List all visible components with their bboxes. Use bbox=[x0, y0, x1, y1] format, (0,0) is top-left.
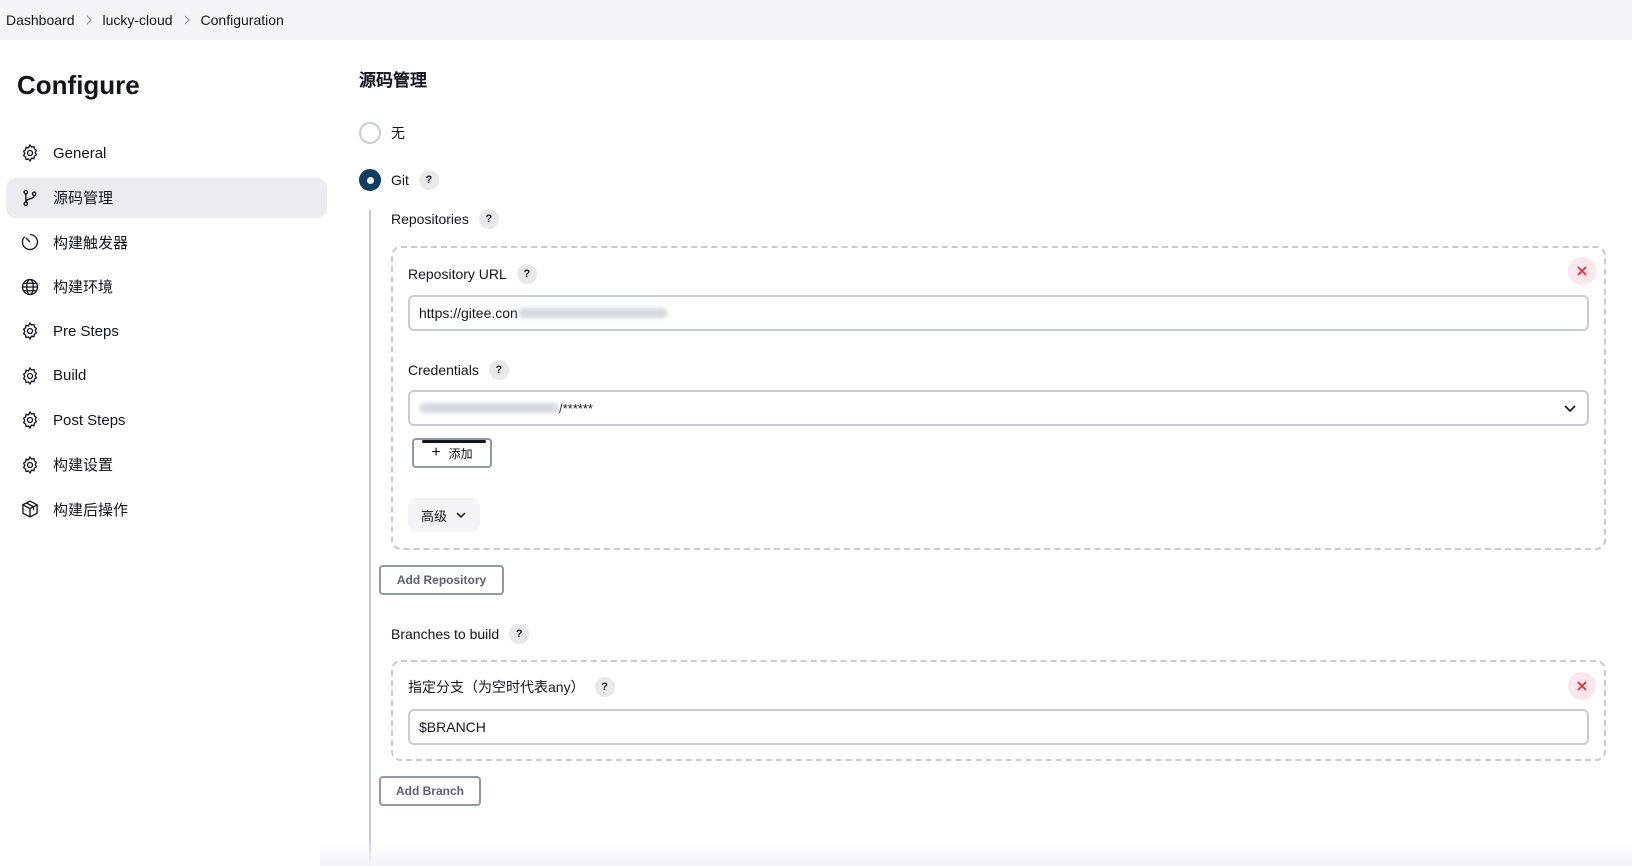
repository-url-label: Repository URL ? bbox=[408, 264, 537, 284]
sidebar-item-label: Post Steps bbox=[53, 411, 126, 429]
gear-icon bbox=[20, 455, 40, 475]
page-title: Configure bbox=[17, 70, 140, 100]
branches-label: Branches to build ? bbox=[391, 624, 530, 644]
chevron-right-icon bbox=[75, 15, 103, 25]
radio-none[interactable] bbox=[359, 122, 381, 144]
repositories-label-text: Repositories bbox=[391, 211, 469, 227]
sidebar-item-label: 构建环境 bbox=[53, 279, 114, 296]
chevron-right-icon bbox=[173, 15, 201, 25]
branch-specifier-label: 指定分支（为空时代表any） ? bbox=[408, 677, 615, 697]
sidebar-item-label: Build bbox=[53, 367, 87, 384]
help-icon[interactable]: ? bbox=[516, 264, 537, 284]
plus-icon: + bbox=[431, 444, 441, 461]
delete-branch-button[interactable] bbox=[1568, 672, 1596, 700]
repository-url-label-text: Repository URL bbox=[408, 266, 507, 282]
breadcrumb-dashboard[interactable]: Dashboard bbox=[6, 12, 75, 28]
gear-icon bbox=[20, 410, 40, 430]
branch-specifier-input[interactable]: $BRANCH bbox=[408, 709, 1589, 745]
credentials-select[interactable]: /****** bbox=[408, 390, 1589, 426]
chevron-down-icon bbox=[456, 512, 466, 519]
repository-url-value: https://gitee.con bbox=[419, 305, 518, 321]
section-title: 源码管理 bbox=[359, 71, 427, 90]
gear-icon bbox=[20, 366, 40, 386]
credentials-label-text: Credentials bbox=[408, 362, 479, 378]
credentials-value: /****** bbox=[559, 400, 593, 416]
breadcrumb-configuration[interactable]: Configuration bbox=[201, 12, 284, 28]
breadcrumb-lucky-cloud[interactable]: lucky-cloud bbox=[103, 12, 173, 28]
redacted-text bbox=[517, 308, 668, 318]
radio-git[interactable] bbox=[359, 169, 381, 191]
advanced-button[interactable]: 高级 bbox=[408, 498, 480, 532]
globe-icon bbox=[20, 277, 40, 297]
help-icon[interactable]: ? bbox=[509, 624, 530, 644]
credentials-label: Credentials ? bbox=[408, 360, 509, 380]
add-credentials-button[interactable]: + 添加 bbox=[412, 438, 492, 468]
delete-repository-button[interactable] bbox=[1568, 257, 1596, 285]
branches-label-text: Branches to build bbox=[391, 626, 500, 642]
branch-specifier-label-text: 指定分支（为空时代表any） bbox=[408, 679, 585, 695]
sidebar-item-label: 源码管理 bbox=[53, 190, 114, 207]
gear-icon bbox=[20, 143, 40, 163]
main-content: 源码管理 无 Git ? Repositories ? Repository U… bbox=[359, 40, 1632, 866]
radio-label: Git bbox=[391, 172, 409, 188]
help-icon[interactable]: ? bbox=[478, 209, 499, 229]
sidebar-item-general[interactable]: General bbox=[6, 133, 327, 173]
repository-entry: Repository URL ? https://gitee.con Crede… bbox=[391, 246, 1606, 550]
sidebar-item-post-build-actions[interactable]: 构建后操作 bbox=[6, 489, 327, 529]
sidebar-item-build-triggers[interactable]: 构建触发器 bbox=[6, 222, 327, 262]
sidebar-item-label: 构建设置 bbox=[53, 457, 114, 474]
help-icon[interactable]: ? bbox=[594, 677, 615, 697]
sidebar-item-label: General bbox=[53, 144, 107, 162]
sidebar-item-label: 构建触发器 bbox=[53, 234, 129, 252]
nested-section-line bbox=[369, 210, 371, 866]
repository-url-input[interactable]: https://gitee.con bbox=[408, 295, 1589, 331]
redacted-text bbox=[419, 403, 559, 413]
gear-icon bbox=[20, 321, 40, 341]
sidebar-item-scm[interactable]: 源码管理 bbox=[6, 177, 327, 218]
sidebar-nav: General 源码管理 构建触发器 构建环境 Pre Steps Build … bbox=[6, 133, 327, 534]
radio-label: 无 bbox=[391, 125, 405, 141]
breadcrumb-bar: Dashboard lucky-cloud Configuration bbox=[0, 0, 1632, 40]
sidebar-item-build[interactable]: Build bbox=[6, 356, 327, 396]
close-icon bbox=[1577, 681, 1587, 691]
advanced-label: 高级 bbox=[420, 508, 447, 524]
git-branch-icon bbox=[20, 188, 40, 208]
sidebar-item-post-steps[interactable]: Post Steps bbox=[6, 400, 327, 440]
repositories-label: Repositories ? bbox=[391, 209, 499, 229]
sidebar-item-pre-steps[interactable]: Pre Steps bbox=[6, 311, 327, 351]
add-credentials-label: 添加 bbox=[448, 446, 473, 461]
sidebar-item-build-settings[interactable]: 构建设置 bbox=[6, 445, 327, 485]
add-branch-button[interactable]: Add Branch bbox=[379, 776, 481, 806]
help-icon[interactable]: ? bbox=[418, 170, 439, 190]
scm-option-none[interactable]: 无 bbox=[359, 122, 405, 144]
branch-entry: 指定分支（为空时代表any） ? $BRANCH bbox=[391, 660, 1606, 761]
chevron-down-icon bbox=[1564, 405, 1576, 413]
sidebar-item-label: Pre Steps bbox=[53, 322, 119, 340]
bottom-bar-shadow bbox=[320, 836, 1632, 866]
timer-icon bbox=[20, 232, 40, 252]
branch-specifier-value: $BRANCH bbox=[419, 719, 486, 735]
scm-option-git[interactable]: Git ? bbox=[359, 169, 439, 191]
help-icon[interactable]: ? bbox=[488, 360, 509, 380]
package-icon bbox=[20, 499, 40, 519]
close-icon bbox=[1577, 266, 1587, 276]
sidebar-item-build-environment[interactable]: 构建环境 bbox=[6, 267, 327, 307]
sidebar-item-label: 构建后操作 bbox=[53, 501, 129, 519]
add-repository-button[interactable]: Add Repository bbox=[379, 565, 504, 595]
